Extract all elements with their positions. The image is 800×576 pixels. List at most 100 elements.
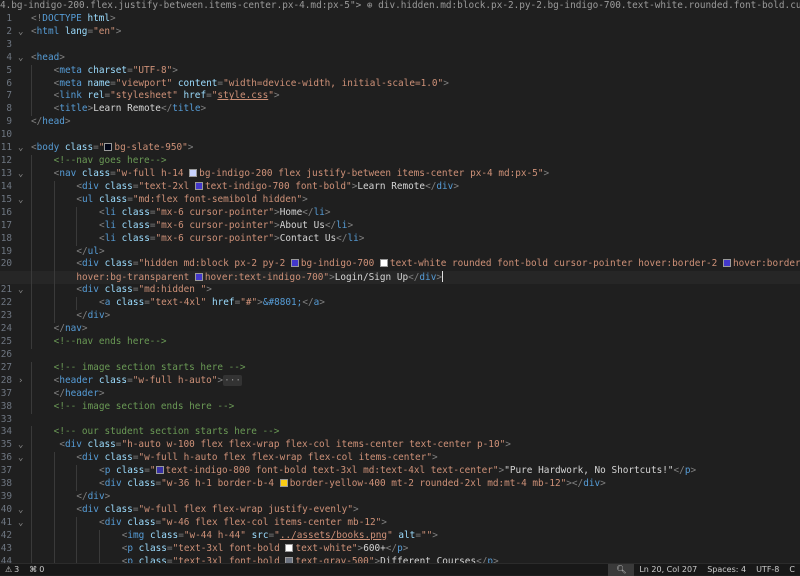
code-lines[interactable]: 1 <!DOCTYPE html> 2 ⌄ <html lang="en"> 3 4 ⌄ <he… (0, 13, 800, 563)
code-line[interactable]: 17 <li class="mx-6 cursor-pointer">About … (0, 219, 800, 233)
fold-expanded-icon[interactable]: ⌄ (18, 284, 23, 297)
code-line[interactable]: 25 <!--nav ends here--> (0, 335, 800, 349)
code-token: div (87, 491, 105, 503)
code-line[interactable]: 23 </div> (0, 310, 800, 324)
code-line[interactable]: 13 ⌄ <nav class="w-full h-14 bg-indigo-200… (0, 167, 800, 181)
eol-setting[interactable]: C (784, 564, 800, 576)
code-line[interactable]: 37 </header> (0, 387, 800, 401)
code-token: > (352, 503, 359, 515)
code-line[interactable]: 38 <!-- image section ends here --> (0, 400, 800, 414)
code-line[interactable]: 20 <div class="hidden md:block px-2 py-2 … (0, 258, 800, 272)
code-line[interactable]: 4 ⌄ <head> (0, 52, 800, 65)
code-token: hover:text-indigo-700" (204, 272, 330, 284)
code-line[interactable]: 12 <!--nav goes here--> (0, 155, 800, 168)
code-line[interactable]: 15 ⌄ <ul class="md:flex font-semibold hidd… (0, 193, 800, 207)
fold-collapsed-icon[interactable]: › (18, 375, 23, 388)
fold-expanded-icon[interactable]: ⌄ (18, 517, 23, 530)
code-line[interactable]: 14 <div class="text-2xl text-indigo-700 f… (0, 180, 800, 194)
fold-expanded-icon[interactable]: ⌄ (18, 52, 23, 65)
code-line[interactable]: 11 ⌄ <body class=" bg-slate-950"> (0, 142, 800, 155)
color-swatch-icon[interactable] (155, 466, 164, 475)
code-line[interactable]: 3 (0, 39, 800, 52)
code-token: > (273, 90, 280, 102)
problems-indicator[interactable]: ⚠ 3 (0, 565, 24, 574)
line-number: 26 (0, 348, 12, 360)
code-line[interactable]: 27 <!-- image section starts here --> (0, 361, 800, 375)
code-line[interactable]: 43 <p class="text-3xl font-bold text-whit… (0, 542, 800, 556)
indent-guide (53, 284, 55, 298)
code-token: class (98, 258, 133, 270)
code-line[interactable]: 19 </ul> (0, 245, 800, 259)
code-line[interactable]: 5 <meta charset="UTF-8"> (0, 64, 800, 78)
code-line[interactable]: 26 (0, 349, 800, 362)
code-line[interactable]: 33 (0, 414, 800, 427)
indent-guide (53, 271, 55, 285)
code-line[interactable]: 37 <p class=" text-indigo-800 font-bold te… (0, 465, 800, 479)
color-swatch-icon[interactable] (285, 543, 294, 552)
fold-expanded-icon[interactable]: ⌄ (18, 452, 23, 465)
color-swatch-icon[interactable] (290, 259, 299, 268)
ports-indicator[interactable]: ⌘ 0 (24, 565, 49, 574)
code-line[interactable]: 2 ⌄ <html lang="en"> (0, 26, 800, 39)
code-line[interactable]: 16 <li class="mx-6 cursor-pointer">Home</… (0, 206, 800, 220)
code-line[interactable]: 21 ⌄ <div class="md:hidden "> (0, 284, 800, 298)
fold-expanded-icon[interactable]: ⌄ (18, 504, 23, 517)
code-line[interactable]: 44 <p class="text-3xl font-bold text-gray… (0, 555, 800, 563)
code-token: div (436, 180, 454, 192)
code-token: > (453, 180, 459, 192)
fold-expanded-icon[interactable]: ⌄ (18, 194, 23, 207)
code-line[interactable]: hover:bg-transparent hover:text-indigo-7… (0, 271, 800, 285)
fold-expanded-icon[interactable]: ⌄ (18, 142, 23, 155)
indent-guide (31, 465, 32, 479)
code-token: lang (59, 25, 88, 37)
code-line[interactable]: 22 <a class="text-4xl" href="#">&#8801;</… (0, 297, 800, 311)
zoom-button[interactable]: 🔍︎ (608, 563, 635, 576)
code-line[interactable]: 10 (0, 129, 800, 142)
indentation-setting[interactable]: Spaces: 4 (702, 564, 751, 576)
color-swatch-icon[interactable] (194, 273, 203, 282)
color-swatch-icon[interactable] (189, 168, 198, 177)
color-swatch-icon[interactable] (194, 181, 203, 190)
code-token: href (206, 297, 235, 309)
code-line[interactable]: 38 <div class="w-36 h-1 border-b-4 border… (0, 478, 800, 492)
code-line[interactable]: 24 </nav> (0, 323, 800, 336)
code-line[interactable]: 34 <!-- our student section starts here -… (0, 426, 800, 440)
code-text: <div class="w-full flex flex-wrap justif… (76, 504, 358, 517)
code-line[interactable]: 42 <img class="w-44 h-44" src="../assets/… (0, 529, 800, 543)
cursor-position[interactable]: Ln 20, Col 207 (634, 564, 702, 576)
code-line[interactable]: 39 </div> (0, 491, 800, 504)
code-line[interactable]: 40 ⌄ <div class="w-full flex flex-wrap jus… (0, 503, 800, 517)
color-swatch-icon[interactable] (279, 479, 288, 488)
encoding-setting[interactable]: UTF-8 (751, 564, 784, 576)
code-token: > (358, 232, 365, 244)
code-token: src (245, 529, 269, 541)
code-line[interactable]: 41 ⌄ <div class="w-46 flex flex-col items-… (0, 516, 800, 530)
line-number: 28 (0, 374, 12, 386)
code-line[interactable]: 18 <li class="mx-6 cursor-pointer">Contac… (0, 232, 800, 246)
code-line[interactable]: 8 <title>Learn Remote</title> (0, 103, 800, 117)
code-token: div (87, 310, 105, 322)
code-text: <p class=" text-indigo-800 font-bold text… (99, 465, 696, 478)
color-swatch-icon[interactable] (379, 259, 388, 268)
code-token: div (82, 258, 99, 270)
code-line[interactable]: 35 ⌄ <div class="h-auto w-100 flex flex-w… (0, 439, 800, 453)
code-line[interactable]: 1 <!DOCTYPE html> (0, 13, 800, 26)
color-swatch-icon[interactable] (722, 259, 731, 268)
folded-region-ellipsis[interactable]: ··· (223, 374, 242, 386)
code-line[interactable]: 36 ⌄ <div class="w-full h-auto flex flex-w… (0, 452, 800, 466)
code-token: > (347, 219, 354, 231)
code-line[interactable]: 6 <meta name="viewport" content="width=de… (0, 77, 800, 91)
code-line[interactable]: 28 › <header class="w-full h-auto">··· (0, 374, 800, 388)
code-token: DOCTYPE (42, 12, 82, 24)
code-line[interactable]: 9 </head> (0, 116, 800, 129)
code-text: <title>Learn Remote</title> (54, 103, 206, 116)
code-token: > (505, 439, 511, 451)
fold-expanded-icon[interactable]: ⌄ (18, 439, 23, 452)
code-line[interactable]: 7 <link rel="stylesheet" href="style.css"… (0, 90, 800, 104)
code-editor[interactable]: 4.bg-indigo-200.flex.justify-between.ite… (0, 0, 800, 563)
fold-expanded-icon[interactable]: ⌄ (18, 26, 23, 39)
indent-guide (31, 232, 32, 246)
color-swatch-icon[interactable] (104, 143, 113, 152)
line-number: 41 (0, 516, 12, 528)
fold-expanded-icon[interactable]: ⌄ (18, 168, 23, 181)
